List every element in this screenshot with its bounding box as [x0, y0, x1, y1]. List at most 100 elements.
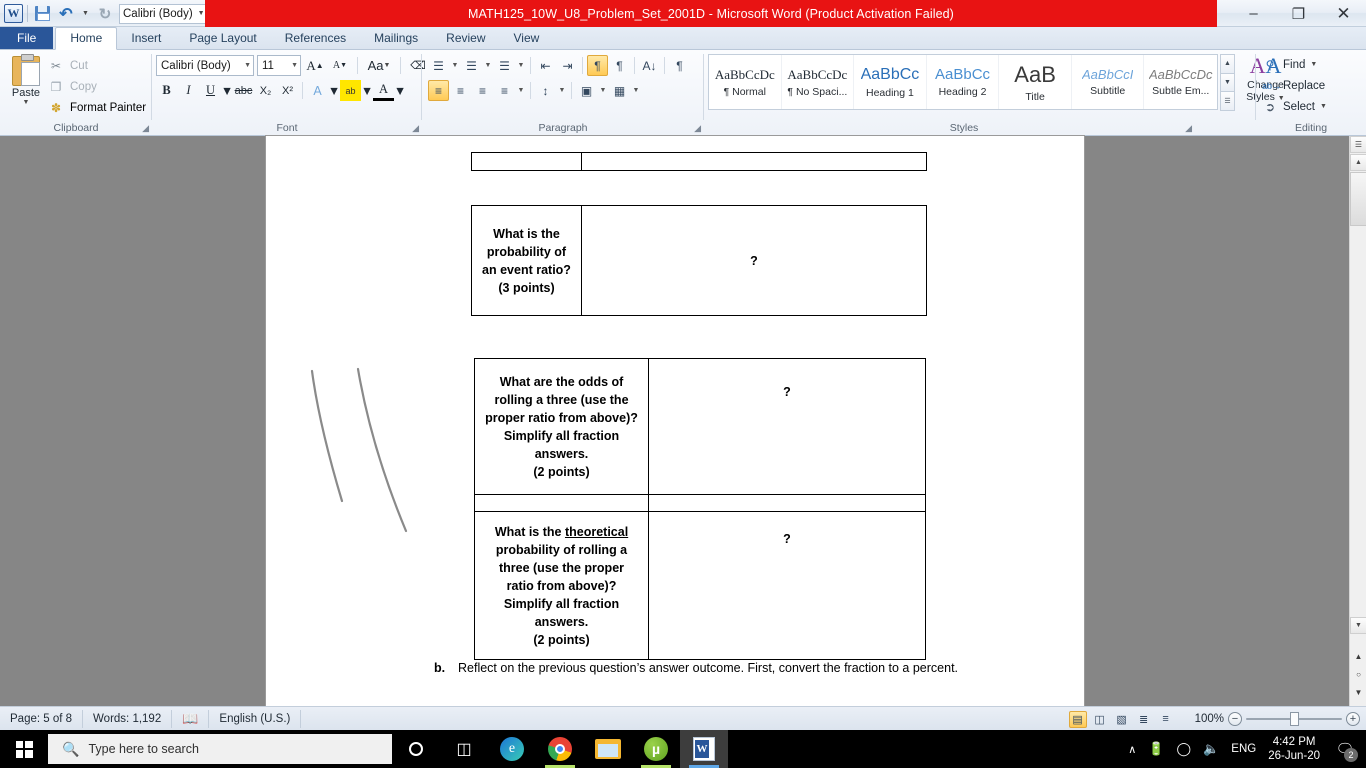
task-view-button[interactable]: ◫	[440, 730, 488, 768]
underline-button[interactable]: U	[200, 80, 221, 101]
zoom-slider[interactable]	[1246, 712, 1342, 726]
styles-dialog-launcher-icon[interactable]: ◢	[1185, 123, 1192, 134]
taskbar-search-box[interactable]: 🔍 Type here to search	[48, 734, 392, 764]
taskbar-app-edge[interactable]: e	[488, 730, 536, 768]
table-row[interactable]: What is the theoretical probability of r…	[474, 511, 926, 660]
select-button[interactable]: ➲ Select ▼	[1256, 96, 1366, 117]
ltr-text-direction-button[interactable]: ¶	[587, 55, 608, 76]
grow-font-button[interactable]: A ▲	[304, 55, 326, 76]
tab-references[interactable]: References	[271, 28, 360, 49]
bold-button[interactable]: B	[156, 80, 177, 101]
chevron-down-icon[interactable]: ▼	[1320, 103, 1327, 110]
tab-home[interactable]: Home	[55, 27, 118, 50]
borders-button[interactable]: ▦	[609, 80, 630, 101]
find-button[interactable]: ⚲ Find ▼	[1256, 54, 1366, 75]
align-center-button[interactable]: ≡	[450, 80, 471, 101]
table-row[interactable]: What are the odds of rolling a three (us…	[474, 358, 926, 495]
zoom-level-label[interactable]: 100%	[1195, 713, 1224, 725]
zoom-in-button[interactable]: +	[1346, 712, 1360, 726]
restore-button[interactable]: ❐	[1276, 0, 1321, 27]
scrollbar-thumb[interactable]	[1350, 172, 1366, 226]
spacer-cell-left[interactable]	[474, 494, 649, 512]
taskbar-app-utorrent[interactable]: µ	[632, 730, 680, 768]
style-no-spacing[interactable]: AaBbCcDc ¶ No Spaci...	[782, 55, 855, 109]
theoretical-question-cell[interactable]: What is the theoretical probability of r…	[474, 511, 649, 660]
status-language[interactable]: English (U.S.)	[209, 709, 302, 728]
word-app-icon[interactable]: W	[4, 4, 23, 23]
paste-button[interactable]: Paste ▼	[6, 54, 46, 106]
gallery-scroll-down-icon[interactable]: ▼	[1220, 72, 1235, 93]
highlight-button[interactable]: ab	[340, 80, 361, 101]
font-color-dropdown-icon[interactable]: ▼	[394, 80, 406, 101]
minimize-button[interactable]: –	[1231, 0, 1276, 27]
scroll-up-button[interactable]: ▲	[1350, 154, 1366, 171]
font-dialog-launcher-icon[interactable]: ◢	[412, 123, 419, 134]
sort-button[interactable]: A↓	[639, 55, 660, 76]
speaker-icon[interactable]: 🔈	[1203, 741, 1219, 757]
status-words[interactable]: Words: 1,192	[83, 709, 173, 728]
paragraph-list-item-b[interactable]: b. Reflect on the previous question’s an…	[434, 659, 964, 678]
rtl-text-direction-button[interactable]: ¶	[609, 55, 630, 76]
numbering-dropdown-icon[interactable]: ▼	[483, 62, 493, 69]
format-painter-button[interactable]: ✽ Format Painter	[48, 97, 146, 118]
style-normal[interactable]: AaBbCcDc ¶ Normal	[709, 55, 782, 109]
superscript-button[interactable]: X²	[277, 80, 298, 101]
align-left-button[interactable]: ≡	[428, 80, 449, 101]
select-browse-object-icon[interactable]: ○	[1351, 664, 1366, 684]
show-hidden-icons-button[interactable]: ∧	[1128, 743, 1136, 756]
browse-object-controls[interactable]: ▲	[1351, 646, 1366, 666]
table-row[interactable]: What is the probability of an event rati…	[471, 205, 927, 316]
multilevel-list-button[interactable]: ☰	[494, 55, 515, 76]
table-row[interactable]	[471, 152, 927, 171]
tab-mailings[interactable]: Mailings	[360, 28, 432, 49]
increase-indent-button[interactable]: ⇥	[557, 55, 578, 76]
clipboard-dialog-launcher-icon[interactable]: ◢	[142, 123, 149, 134]
table-probability[interactable]: What is the probability of an event rati…	[471, 205, 927, 316]
justify-button[interactable]: ≡	[494, 80, 515, 101]
vertical-scrollbar[interactable]: ☰ ▲ ▼ ▲ ○ ▼	[1349, 136, 1366, 706]
next-page-icon[interactable]: ▼	[1351, 682, 1366, 702]
view-full-screen-reading-button[interactable]: ◫	[1091, 711, 1109, 728]
shrink-font-button[interactable]: A ▼	[329, 55, 351, 76]
tab-view[interactable]: View	[500, 28, 554, 49]
italic-button[interactable]: I	[178, 80, 199, 101]
taskbar-app-file-explorer[interactable]	[584, 730, 632, 768]
table-cell-right[interactable]	[581, 152, 927, 171]
font-color-button[interactable]: A	[373, 80, 394, 101]
font-name-combo[interactable]: Calibri (Body) ▼	[156, 55, 254, 76]
view-print-layout-button[interactable]: ▤	[1068, 710, 1087, 728]
numbering-button[interactable]: ☰	[461, 55, 482, 76]
table-top-partial[interactable]	[471, 152, 927, 171]
show-formatting-marks-button[interactable]: ¶	[669, 55, 690, 76]
zoom-out-button[interactable]: −	[1228, 712, 1242, 726]
subscript-button[interactable]: X₂	[255, 80, 276, 101]
previous-page-icon[interactable]: ▲	[1355, 652, 1363, 661]
gallery-scroll-up-icon[interactable]: ▲	[1220, 54, 1235, 74]
line-spacing-button[interactable]: ↕	[535, 80, 556, 101]
shading-dropdown-icon[interactable]: ▼	[598, 87, 608, 94]
bullets-button[interactable]: ☰	[428, 55, 449, 76]
style-heading-2[interactable]: AaBbCc Heading 2	[927, 55, 1000, 109]
spacer-cell-right[interactable]	[648, 494, 926, 512]
battery-icon[interactable]: 🔋	[1148, 741, 1164, 757]
clock[interactable]: 4:42 PM 26-Jun-20	[1268, 735, 1320, 763]
status-page[interactable]: Page: 5 of 8	[0, 709, 84, 728]
text-effects-dropdown-icon[interactable]: ▼	[328, 80, 340, 101]
theoretical-answer-cell[interactable]: ?	[648, 511, 926, 660]
table-odds[interactable]: What are the odds of rolling a three (us…	[474, 358, 926, 660]
style-subtle-emphasis[interactable]: AaBbCcDc Subtle Em...	[1144, 55, 1217, 109]
table-row-spacer[interactable]	[474, 494, 926, 512]
redo-button[interactable]: ↻	[95, 4, 115, 24]
justify-dropdown-icon[interactable]: ▼	[516, 87, 526, 94]
status-proofing[interactable]: 📖	[172, 709, 210, 728]
zoom-slider-handle[interactable]	[1290, 712, 1299, 726]
undo-button[interactable]: ↶	[56, 4, 76, 24]
change-case-button[interactable]: Aa ▼	[364, 55, 394, 76]
chevron-down-icon[interactable]: ▼	[6, 99, 46, 106]
wifi-icon[interactable]: ◯	[1177, 741, 1192, 757]
gallery-more-icon[interactable]: ☰	[1220, 91, 1235, 112]
cut-button[interactable]: ✂ Cut	[48, 55, 146, 76]
taskbar-app-chrome[interactable]	[536, 730, 584, 768]
borders-dropdown-icon[interactable]: ▼	[631, 87, 641, 94]
align-right-button[interactable]: ≡	[472, 80, 493, 101]
